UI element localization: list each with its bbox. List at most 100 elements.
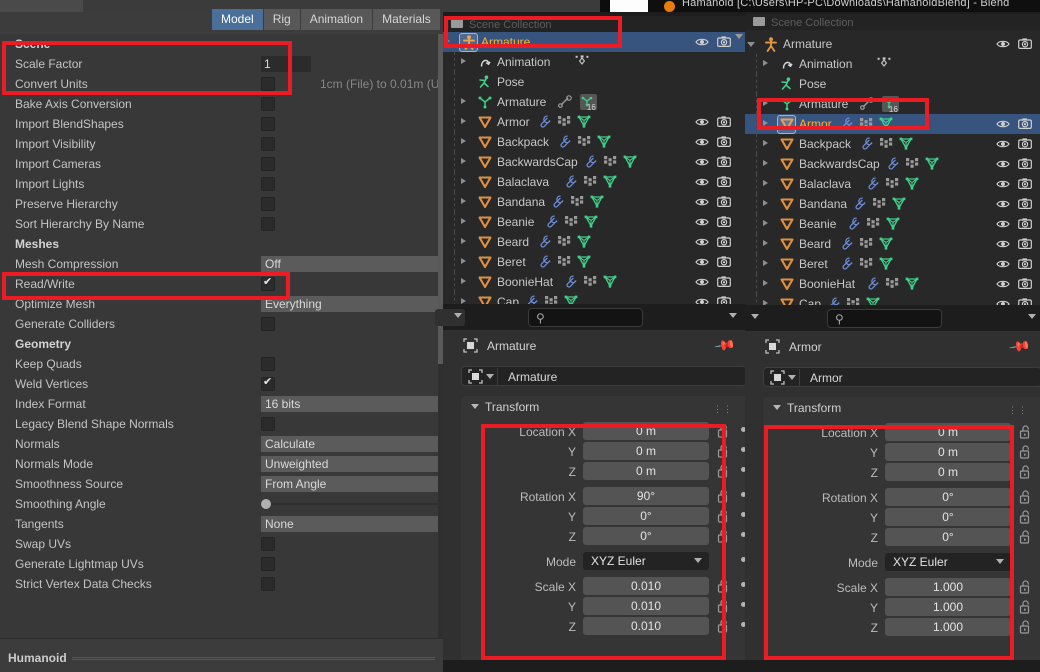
visibility-eye-icon[interactable] [996, 137, 1010, 151]
outliner-row[interactable]: Animation [745, 54, 1040, 74]
render-camera-icon[interactable] [1018, 277, 1032, 291]
unlocked-padlock-icon[interactable] [1019, 465, 1032, 482]
transform-number-field[interactable]: 0.010 [583, 577, 709, 595]
unlocked-padlock-icon[interactable] [1019, 510, 1032, 527]
unlocked-padlock-icon[interactable] [1019, 445, 1032, 462]
checkbox[interactable] [261, 417, 275, 431]
unity-row-normals[interactable]: NormalsCalculate [0, 434, 443, 454]
unlocked-padlock-icon[interactable] [717, 489, 730, 506]
unity-row-scale-factor[interactable]: Scale Factor1 [0, 54, 443, 74]
outliner-row[interactable]: Cap [443, 292, 745, 304]
transform-number-field[interactable]: 0 m [583, 422, 709, 440]
unlocked-padlock-icon[interactable] [1019, 425, 1032, 442]
render-camera-icon[interactable] [717, 255, 731, 269]
transform-number-field[interactable]: 0 m [885, 423, 1011, 441]
transform-number-field[interactable]: 0° [885, 508, 1011, 526]
unity-row-tangents[interactable]: TangentsNone [0, 514, 443, 534]
visibility-eye-icon[interactable] [695, 195, 709, 209]
disclosure-triangle-open[interactable] [747, 42, 755, 50]
unlocked-padlock-icon[interactable] [1019, 620, 1032, 637]
outliner-row[interactable]: Armor [443, 112, 745, 132]
disclosure-triangle-closed[interactable] [763, 100, 768, 106]
number-field[interactable]: 1 [261, 56, 311, 72]
outliner-row[interactable]: Bandana [745, 194, 1040, 214]
transform-number-field[interactable]: 0 m [583, 462, 709, 480]
checkbox[interactable] [261, 97, 275, 111]
chevron-down-icon[interactable] [694, 558, 702, 563]
unity-row-read-write[interactable]: Read/Write [0, 274, 443, 294]
disclosure-triangle-closed[interactable] [461, 258, 466, 264]
render-camera-icon[interactable] [717, 215, 731, 229]
editor-type-chevron-middle[interactable] [454, 313, 462, 318]
outliner-row[interactable]: Armor [745, 114, 1040, 134]
outliner-row[interactable]: Backpack [745, 134, 1040, 154]
checkbox[interactable] [261, 557, 275, 571]
disclosure-triangle-closed[interactable] [763, 200, 768, 206]
transform-number-field[interactable]: 0° [885, 488, 1011, 506]
object-name-field-middle[interactable]: Armature [461, 366, 747, 386]
panel-drag-grip-middle[interactable]: ⋮⋮ [713, 404, 733, 415]
transform-number-field[interactable]: 0 m [583, 442, 709, 460]
rotation-mode-dropdown[interactable]: XYZ Euler [885, 553, 1011, 571]
unity-row-import-lights[interactable]: Import Lights [0, 174, 443, 194]
outliner-row[interactable]: BackwardsCap [745, 154, 1040, 174]
enum-field[interactable]: Off [261, 256, 443, 272]
unity-tab-materials[interactable]: Materials [373, 9, 441, 30]
transform-number-field[interactable]: 0° [583, 507, 709, 525]
unity-row-generate-colliders[interactable]: Generate Colliders [0, 314, 443, 334]
unity-row-index-format[interactable]: Index Format16 bits [0, 394, 443, 414]
panel-drag-grip-right[interactable]: ⋮⋮ [1008, 405, 1028, 416]
outliner-row[interactable]: Pose [745, 74, 1040, 94]
pin-icon-middle[interactable]: 📌 [712, 334, 736, 358]
disclosure-triangle-closed[interactable] [461, 178, 466, 184]
disclosure-triangle-closed[interactable] [461, 98, 466, 104]
visibility-eye-icon[interactable] [996, 157, 1010, 171]
outliner-row[interactable]: Cap [745, 294, 1040, 305]
disclosure-triangle-closed[interactable] [461, 218, 466, 224]
render-camera-icon[interactable] [1018, 177, 1032, 191]
disclosure-triangle-closed[interactable] [461, 278, 466, 284]
checkbox[interactable] [261, 137, 275, 151]
outliner-row[interactable]: Armature16 [443, 92, 745, 112]
properties-options-chevron-right[interactable] [1028, 314, 1036, 319]
unity-row-strict-vertex-data-checks[interactable]: Strict Vertex Data Checks [0, 574, 443, 594]
unlocked-padlock-icon[interactable] [717, 424, 730, 441]
unity-row-weld-vertices[interactable]: Weld Vertices [0, 374, 443, 394]
transform-panel-header-right[interactable]: Transform ⋮⋮ [763, 397, 1040, 419]
editor-type-chevron-right[interactable] [751, 314, 759, 319]
enum-field[interactable]: Everything [261, 296, 443, 312]
unity-row-import-blendshapes[interactable]: Import BlendShapes [0, 114, 443, 134]
outliner-row[interactable]: Beanie [745, 214, 1040, 234]
disclosure-triangle-closed[interactable] [763, 240, 768, 246]
visibility-eye-icon[interactable] [695, 235, 709, 249]
armature-data-badge[interactable]: 16 [882, 96, 899, 112]
render-camera-icon[interactable] [1018, 197, 1032, 211]
unlocked-padlock-icon[interactable] [717, 509, 730, 526]
unity-row-smoothness-source[interactable]: Smoothness SourceFrom Angle [0, 474, 443, 494]
outliner-row[interactable]: BackwardsCap [443, 152, 745, 172]
render-camera-icon[interactable] [717, 175, 731, 189]
checkbox[interactable] [261, 157, 275, 171]
render-camera-icon[interactable] [1018, 137, 1032, 151]
chevron-down-icon[interactable] [996, 559, 1004, 564]
disclosure-triangle-closed[interactable] [461, 198, 466, 204]
unlocked-padlock-icon[interactable] [717, 579, 730, 596]
unlocked-padlock-icon[interactable] [717, 529, 730, 546]
visibility-eye-icon[interactable] [695, 135, 709, 149]
disclosure-triangle-closed[interactable] [461, 138, 466, 144]
slider-knob[interactable] [261, 499, 271, 509]
transform-panel-header-middle[interactable]: Transform ⋮⋮ [461, 396, 747, 418]
disclosure-triangle-closed[interactable] [763, 140, 768, 146]
chevron-down-icon[interactable] [471, 404, 479, 409]
unity-row-preserve-hierarchy[interactable]: Preserve Hierarchy [0, 194, 443, 214]
checkbox[interactable] [261, 577, 275, 591]
enum-field[interactable]: None [261, 516, 443, 532]
render-camera-icon[interactable] [717, 295, 731, 304]
render-camera-icon[interactable] [1018, 257, 1032, 271]
rotation-mode-dropdown[interactable]: XYZ Euler [583, 552, 709, 570]
render-camera-icon[interactable] [1018, 297, 1032, 305]
disclosure-triangle-closed[interactable] [445, 38, 450, 44]
outliner-row[interactable]: Beret [443, 252, 745, 272]
checkbox[interactable] [261, 117, 275, 131]
enum-field[interactable]: From Angle [261, 476, 443, 492]
